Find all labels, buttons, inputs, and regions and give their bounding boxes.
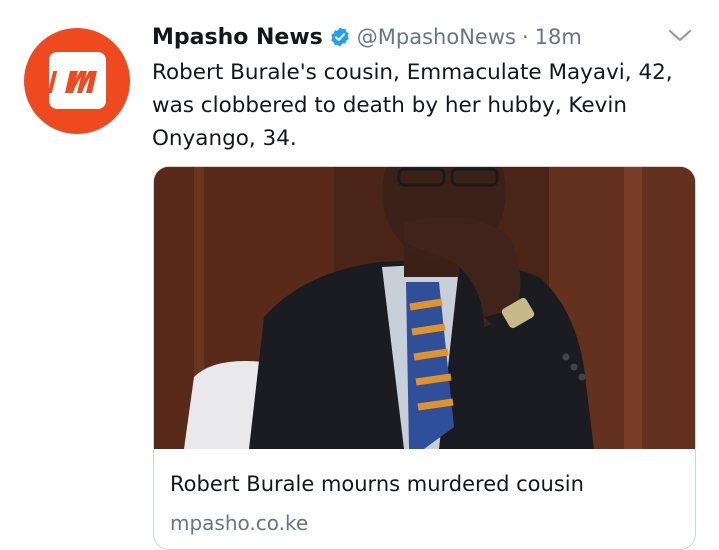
tweet-header: Mpasho News @MpashoNews · 18m	[152, 22, 582, 52]
user-handle[interactable]: @MpashoNews	[357, 25, 516, 49]
tweet-text: Robert Burale's cousin, Emmaculate Mayav…	[152, 60, 673, 151]
link-card[interactable]: Robert Burale mourns murdered cousin mpa…	[153, 166, 696, 550]
timestamp[interactable]: 18m	[535, 25, 582, 49]
tweet[interactable]: Mpasho News @MpashoNews · 18m Robert Bur…	[0, 0, 719, 550]
verified-badge-icon	[329, 26, 351, 48]
card-title[interactable]: Robert Burale mourns murdered cousin	[170, 472, 680, 496]
avatar[interactable]	[24, 28, 130, 134]
chevron-down-icon[interactable]	[668, 28, 692, 44]
man-in-suit-photo	[154, 167, 695, 449]
separator-dot: ·	[521, 25, 529, 49]
card-image[interactable]	[154, 167, 695, 449]
card-domain[interactable]: mpasho.co.ke	[170, 511, 308, 535]
display-name[interactable]: Mpasho News	[152, 25, 323, 50]
avatar-logo-tile	[47, 52, 106, 109]
mpasho-logo-icon	[47, 71, 97, 93]
